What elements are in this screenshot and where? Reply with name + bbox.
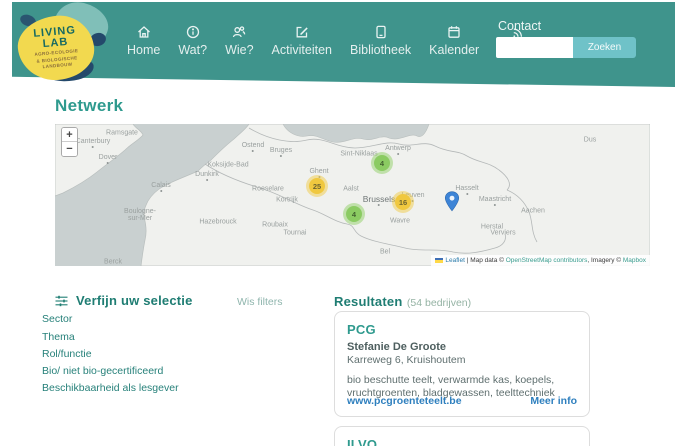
attribution-text: , Imagery © (587, 257, 623, 264)
search-box: Zoeken (496, 37, 636, 58)
nav-item-home[interactable]: Home (118, 24, 169, 57)
cluster-count: 4 (374, 155, 390, 171)
nav-item-wie[interactable]: Wie? (216, 24, 262, 57)
logo-subtext: LANDBOUW (42, 61, 73, 70)
map-cluster-marker[interactable]: 25 (306, 175, 328, 197)
cluster-count: 16 (395, 194, 411, 210)
nav-item-wat[interactable]: Wat? (169, 24, 216, 57)
result-card-pcg: PCG Stefanie De Groote Karreweg 6, Kruis… (334, 311, 590, 417)
map-cluster-marker[interactable]: 4 (343, 203, 365, 225)
map-zoom-control: + − (61, 127, 78, 157)
attribution-text: | Map data © (464, 257, 506, 264)
mapbox-link[interactable]: Mapbox (623, 257, 646, 264)
people-icon (233, 26, 246, 38)
nav-label: Wie? (225, 43, 254, 57)
nav-item-contact[interactable]: Contact (498, 19, 541, 33)
zoom-out-button[interactable]: − (62, 142, 77, 156)
result-contact-name: Stefanie De Groote (347, 341, 447, 353)
map-attribution: Leaflet | Map data © OpenStreetMap contr… (431, 255, 650, 266)
page: LIVING LAB AGRO-ECOLOGIE & BIOLOGISCHE L… (0, 0, 675, 446)
filter-item-rol-functie[interactable]: Rol/functie (42, 348, 92, 360)
search-button[interactable]: Zoeken (573, 37, 636, 58)
book-icon (375, 25, 386, 39)
filter-item-bio[interactable]: Bio/ niet bio-gecertificeerd (42, 365, 163, 377)
nav-item-activiteiten[interactable]: Activiteiten (263, 24, 341, 57)
result-address: Karreweg 6, Kruishoutem (347, 354, 466, 366)
filters-header: Verfijn uw selectie (55, 293, 193, 308)
results-count: (54 bedrijven) (406, 297, 472, 309)
cluster-count: 4 (346, 206, 362, 222)
osm-link[interactable]: OpenStreetMap contributors (506, 257, 588, 264)
network-map[interactable]: Canterbury Ramsgate Dover Ostend Bruges … (55, 124, 650, 266)
result-card-title: PCG (347, 322, 376, 337)
search-input[interactable] (496, 37, 573, 58)
info-icon (186, 25, 199, 39)
nav-item-kalender[interactable]: Kalender (420, 24, 488, 57)
clear-filters-link[interactable]: Wis filters (237, 296, 283, 308)
page-title: Netwerk (55, 96, 124, 115)
calendar-icon (448, 26, 460, 38)
nav-label: Wat? (178, 43, 208, 57)
map-cluster-marker[interactable]: 4 (371, 152, 393, 174)
zoom-in-button[interactable]: + (62, 128, 77, 142)
result-card-title: ILVO (347, 437, 378, 446)
site-logo[interactable]: LIVING LAB AGRO-ECOLOGIE & BIOLOGISCHE L… (15, 0, 113, 85)
filter-item-beschikbaarheid[interactable]: Beschikbaarheid als lesgever (42, 382, 179, 394)
result-website-link[interactable]: www.pcgroenteteelt.be (347, 395, 462, 407)
result-card-ilvo: ILVO (334, 426, 590, 446)
nav-item-bibliotheek[interactable]: Bibliotheek (341, 24, 420, 57)
cluster-count: 25 (309, 178, 325, 194)
pin-icon (444, 191, 460, 212)
result-card-footer: www.pcgroenteteelt.be Meer info (347, 395, 577, 407)
nav-label: Kalender (429, 43, 480, 57)
map-cluster-marker[interactable]: 16 (392, 191, 414, 213)
map-basemap (55, 124, 650, 266)
filter-item-thema[interactable]: Thema (42, 331, 75, 343)
filters-title: Verfijn uw selectie (76, 293, 193, 308)
nav-label: Home (127, 43, 161, 57)
filter-sliders-icon (55, 295, 68, 306)
leaflet-link[interactable]: Leaflet (445, 257, 465, 264)
logo-text: LAB (42, 36, 69, 51)
filter-item-sector[interactable]: Sector (42, 313, 72, 325)
results-header: Resultaten (54 bedrijven) (334, 293, 471, 311)
results-title: Resultaten (334, 294, 403, 309)
ukraine-flag-icon (435, 257, 444, 263)
nav-label: Bibliotheek (350, 43, 412, 57)
map-pin-marker[interactable] (444, 191, 460, 217)
result-more-info-link[interactable]: Meer info (530, 395, 577, 407)
main-nav: Home Wat? Wie? Activiteiten Bibliotheek (118, 24, 547, 57)
nav-label: Activiteiten (271, 43, 332, 57)
edit-icon (296, 26, 308, 38)
home-icon (137, 26, 150, 38)
